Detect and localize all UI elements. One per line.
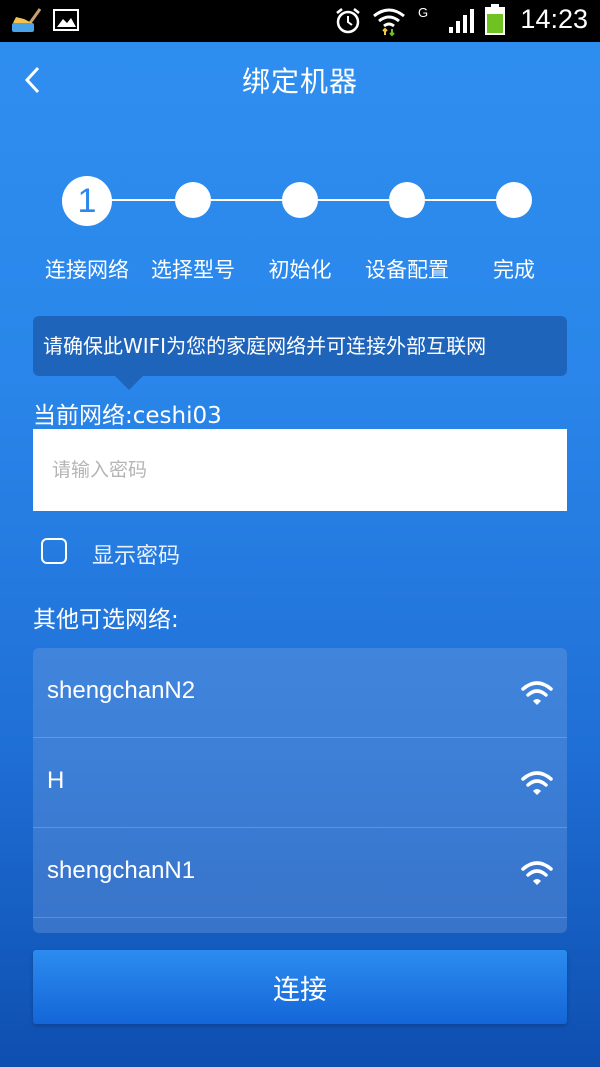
- current-network-label: 当前网络:ceshi03: [33, 403, 222, 429]
- network-list[interactable]: shengchanN2 H shengchanN1: [33, 648, 567, 933]
- step-5-indicator: [496, 182, 532, 218]
- cell-signal-icon: [448, 7, 478, 39]
- show-password-label: 显示密码: [92, 544, 181, 569]
- wifi-icon: [521, 680, 553, 710]
- show-password-checkbox[interactable]: [41, 538, 67, 564]
- step-label-connect-network: 连接网络: [45, 258, 129, 282]
- network-item-shengchann2[interactable]: shengchanN2: [33, 648, 567, 738]
- step-4-indicator: [389, 182, 425, 218]
- page-title: 绑定机器: [241, 65, 358, 98]
- gallery-image-icon: [52, 7, 80, 37]
- connect-button[interactable]: 连接: [33, 950, 567, 1024]
- wifi-signal-icon: [372, 7, 406, 41]
- step-label-complete: 完成: [493, 258, 535, 282]
- network-item-shengchann1[interactable]: shengchanN1: [33, 828, 567, 918]
- password-field-container: [33, 429, 567, 511]
- network-type-label: G: [418, 5, 429, 20]
- status-bar: G 14:23: [0, 0, 600, 42]
- wifi-hint-tooltip: 请确保此WIFI为您的家庭网络并可连接外部互联网: [33, 316, 567, 390]
- alarm-clock-icon: [334, 7, 362, 39]
- wifi-icon: [521, 860, 553, 890]
- step-2-indicator: [175, 182, 211, 218]
- network-name: H: [47, 767, 65, 794]
- step-1-indicator: 1: [62, 176, 112, 226]
- wifi-icon: [521, 770, 553, 800]
- network-item-h[interactable]: H: [33, 738, 567, 828]
- network-name: shengchanN2: [47, 677, 196, 704]
- step-label-select-model: 选择型号: [151, 258, 235, 282]
- step-label-device-config: 设备配置: [365, 258, 449, 282]
- step-3-indicator: [282, 182, 318, 218]
- battery-icon: [484, 4, 506, 40]
- password-input[interactable]: [50, 429, 554, 511]
- status-time: 14:23: [520, 4, 588, 34]
- network-name: shengchanN1: [47, 857, 196, 884]
- cleaner-broom-icon: [10, 7, 42, 39]
- other-networks-label: 其他可选网络:: [33, 607, 179, 633]
- step-label-initialize: 初始化: [268, 258, 332, 282]
